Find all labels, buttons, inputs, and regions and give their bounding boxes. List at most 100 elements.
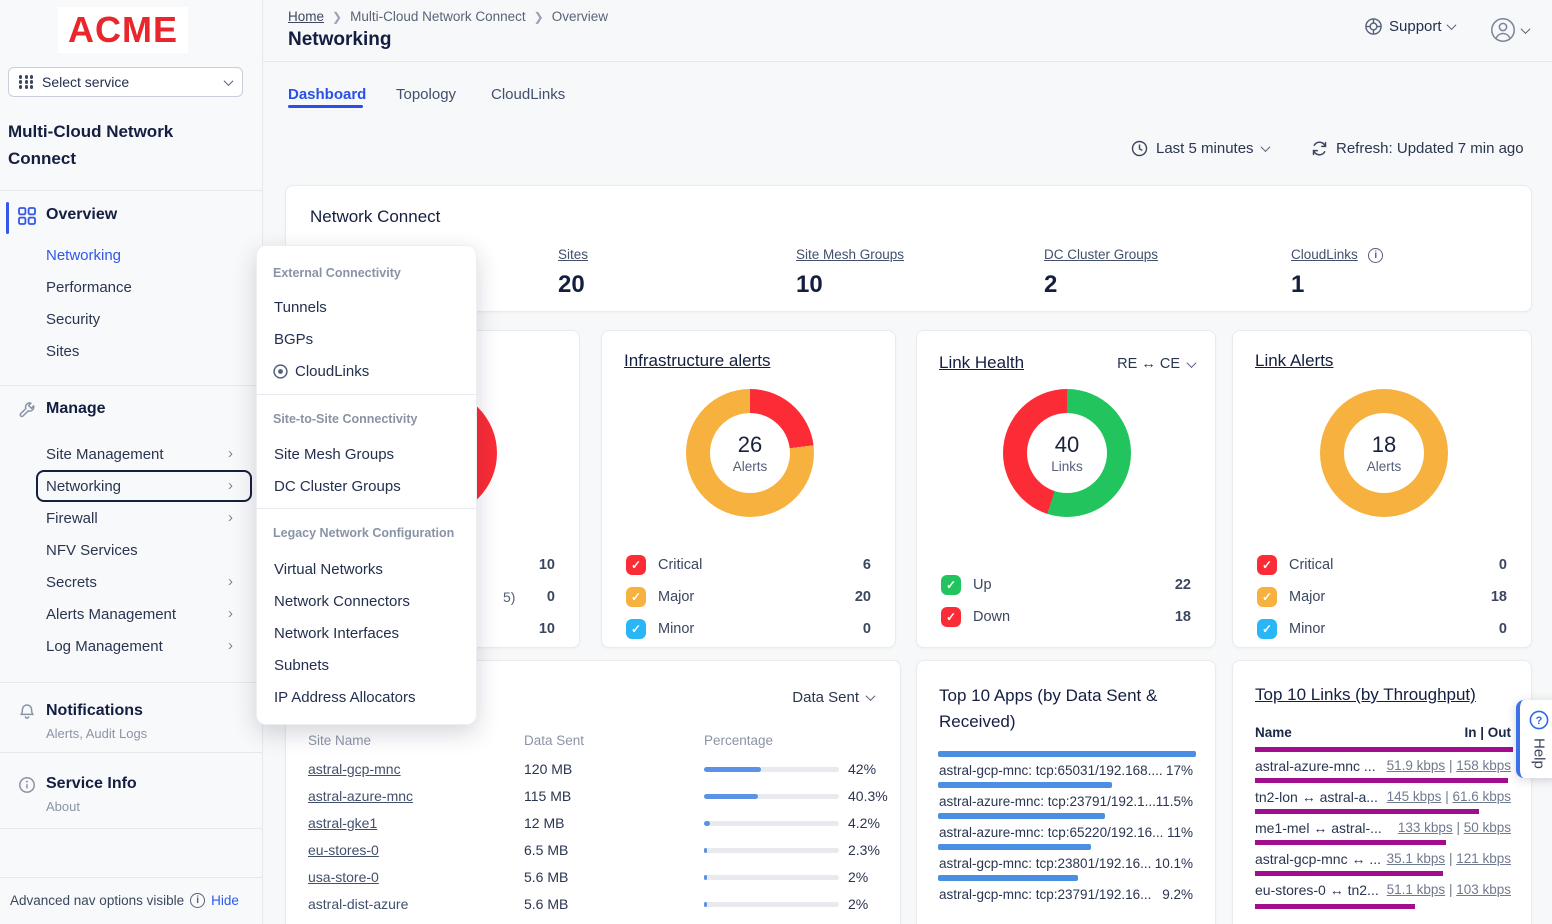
flyout-item-tunnels[interactable]: Tunnels [274, 299, 327, 316]
in-link[interactable]: 51.9 kbps [1387, 758, 1446, 773]
breadcrumb-mnc[interactable]: Multi-Cloud Network Connect [350, 9, 526, 24]
major-checkbox[interactable]: ✓ [1257, 587, 1277, 607]
tab-cloudlinks[interactable]: CloudLinks [491, 86, 565, 103]
minor-checkbox[interactable]: ✓ [1257, 619, 1277, 639]
sidebar-section-manage[interactable]: Manage [46, 400, 106, 418]
legend-label: Minor [1289, 621, 1325, 637]
hide-link[interactable]: Hide [211, 893, 239, 908]
sidebar-item-secrets[interactable]: Secrets [46, 574, 97, 591]
legend-row-critical: ✓ Critical 0 [1257, 555, 1507, 575]
flyout-item-ip-address-allocators[interactable]: IP Address Allocators [274, 689, 415, 706]
app-bar [938, 782, 1112, 788]
sidebar-section-notifications[interactable]: Notifications [46, 702, 143, 720]
select-service-dropdown[interactable]: Select service [8, 67, 243, 97]
sidebar-item-nfv-services[interactable]: NFV Services [46, 542, 138, 559]
divider [0, 385, 263, 386]
legend-label: Major [1289, 589, 1325, 605]
support-menu[interactable]: Support [1364, 17, 1455, 36]
sidebar-section-service-info[interactable]: Service Info [46, 775, 137, 793]
critical-checkbox[interactable]: ✓ [626, 555, 646, 575]
overview-grid-icon [18, 207, 36, 225]
advanced-nav-text: Advanced nav options visible [10, 893, 184, 908]
legend-value: 6 [863, 557, 871, 573]
lifebuoy-icon [1364, 17, 1383, 36]
breadcrumb-home[interactable]: Home [288, 9, 324, 24]
info-icon[interactable]: i [1368, 248, 1383, 263]
sidebar-item-performance[interactable]: Performance [46, 279, 132, 296]
data-sent-dropdown[interactable]: Data Sent [792, 689, 874, 706]
data-sent-cell: 5.6 MB [524, 869, 568, 885]
flyout-item-cloudlinks[interactable]: CloudLinks [295, 363, 369, 380]
site-link[interactable]: astral-azure-mnc [308, 788, 413, 804]
flyout-item-site-mesh-groups[interactable]: Site Mesh Groups [274, 446, 394, 463]
help-label: Help [1531, 738, 1548, 769]
out-link[interactable]: 50 kbps [1464, 820, 1511, 835]
flyout-item-bgps[interactable]: BGPs [274, 331, 313, 348]
flyout-item-network-interfaces[interactable]: Network Interfaces [274, 625, 399, 642]
bell-icon [18, 703, 36, 721]
chevron-down-icon [866, 691, 876, 701]
flyout-item-dc-cluster-groups[interactable]: DC Cluster Groups [274, 478, 401, 495]
help-tab[interactable]: ? Help [1516, 700, 1552, 778]
sidebar-item-sites[interactable]: Sites [46, 343, 79, 360]
data-sent-cell: 5.6 MB [524, 896, 568, 912]
minor-checkbox[interactable]: ✓ [626, 619, 646, 639]
out-link[interactable]: 103 kbps [1456, 882, 1511, 897]
sidebar-item-networking-manage[interactable]: Networking [46, 478, 121, 495]
site-link[interactable]: eu-stores-0 [308, 842, 379, 858]
out-link[interactable]: 61.6 kbps [1452, 789, 1511, 804]
site-link[interactable]: astral-gcp-mnc [308, 761, 401, 777]
filter-label: RE ↔ CE [1117, 356, 1180, 372]
out-link[interactable]: 158 kbps [1456, 758, 1511, 773]
support-label: Support [1389, 18, 1442, 35]
chevron-right-icon: › [228, 605, 233, 622]
refresh-control[interactable]: Refresh: Updated 7 min ago [1311, 140, 1524, 157]
sidebar-item-security[interactable]: Security [46, 311, 100, 328]
flyout-item-subnets[interactable]: Subnets [274, 657, 329, 674]
divider [257, 508, 478, 509]
tab-dashboard[interactable]: Dashboard [288, 86, 366, 103]
link-alerts-title[interactable]: Link Alerts [1255, 351, 1333, 371]
stat-site-mesh-groups-link[interactable]: Site Mesh Groups [796, 247, 904, 262]
up-checkbox[interactable]: ✓ [941, 575, 961, 595]
stat-cloudlinks: CloudLinks i 1 [1291, 246, 1383, 299]
major-checkbox[interactable]: ✓ [626, 587, 646, 607]
stat-dc-cluster-groups-link[interactable]: DC Cluster Groups [1044, 247, 1158, 262]
chevron-right-icon: › [228, 477, 233, 494]
stat-cloudlinks-link[interactable]: CloudLinks [1291, 247, 1358, 262]
tab-topology[interactable]: Topology [396, 86, 456, 103]
flyout-item-network-connectors[interactable]: Network Connectors [274, 593, 410, 610]
sidebar-item-firewall[interactable]: Firewall [46, 510, 98, 527]
top-links-title[interactable]: Top 10 Links (by Throughput) [1255, 685, 1476, 705]
time-range-dropdown[interactable]: Last 5 minutes [1131, 140, 1269, 157]
in-link[interactable]: 145 kbps [1387, 789, 1442, 804]
legend-label: Major [658, 589, 694, 605]
in-link[interactable]: 35.1 kbps [1387, 851, 1446, 866]
legend-value: 0 [547, 589, 555, 605]
breadcrumb-overview[interactable]: Overview [552, 9, 608, 24]
sidebar-item-log-management[interactable]: Log Management [46, 638, 163, 655]
legend-value: 0 [1499, 621, 1507, 637]
legend-value: 10 [539, 557, 555, 573]
account-menu[interactable] [1490, 17, 1529, 43]
out-link[interactable]: 121 kbps [1456, 851, 1511, 866]
sidebar-item-site-management[interactable]: Site Management [46, 446, 164, 463]
link-health-title[interactable]: Link Health [939, 353, 1024, 373]
flyout-heading-site-to-site: Site-to-Site Connectivity [273, 412, 417, 426]
in-link[interactable]: 51.1 kbps [1387, 882, 1446, 897]
site-link[interactable]: astral-gke1 [308, 815, 377, 831]
critical-checkbox[interactable]: ✓ [1257, 555, 1277, 575]
stat-sites-link[interactable]: Sites [558, 247, 588, 262]
flyout-item-virtual-networks[interactable]: Virtual Networks [274, 561, 383, 578]
down-checkbox[interactable]: ✓ [941, 607, 961, 627]
sidebar-item-alerts-management[interactable]: Alerts Management [46, 606, 176, 623]
chevron-right-icon: › [228, 445, 233, 462]
acme-logo-text: ACME [68, 9, 178, 51]
infrastructure-alerts-title[interactable]: Infrastructure alerts [624, 351, 770, 371]
in-link[interactable]: 133 kbps [1398, 820, 1453, 835]
site-link[interactable]: usa-store-0 [308, 869, 379, 885]
sidebar-item-networking-overview[interactable]: Networking [46, 247, 121, 264]
acme-logo[interactable]: ACME [58, 7, 188, 53]
link-health-filter-dropdown[interactable]: RE ↔ CE [1117, 356, 1195, 372]
sidebar-section-overview[interactable]: Overview [46, 206, 117, 224]
